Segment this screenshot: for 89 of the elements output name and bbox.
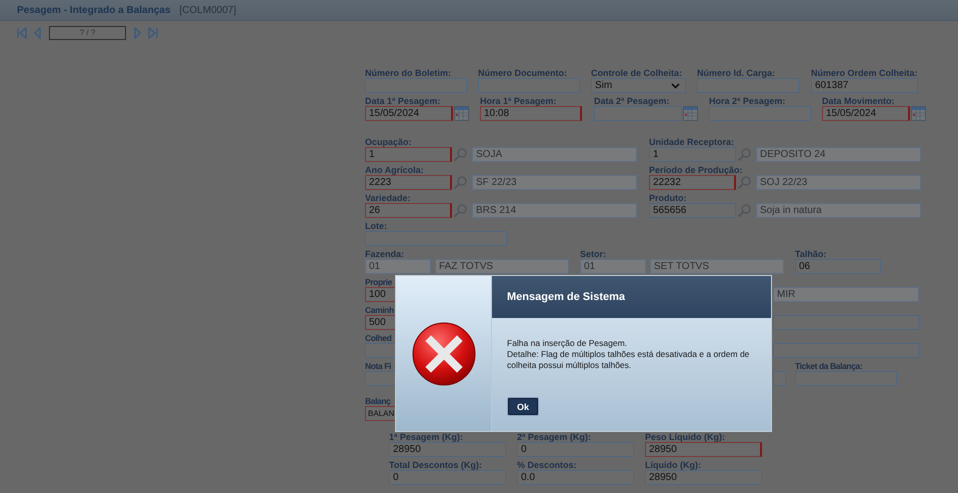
input-field[interactable]: 601387 xyxy=(811,78,918,93)
code-field[interactable]: 26 xyxy=(365,203,452,218)
description-field: SOJA xyxy=(472,147,637,162)
last-page-icon[interactable] xyxy=(147,26,159,38)
input-field[interactable] xyxy=(365,231,507,246)
search-icon[interactable] xyxy=(453,147,468,162)
field-label: Caminh xyxy=(365,305,394,315)
field-label: 2ª Pesagem (Kg): xyxy=(517,432,591,442)
input-field[interactable] xyxy=(478,78,580,93)
caret-icon xyxy=(671,82,680,88)
search-icon[interactable] xyxy=(737,147,752,162)
date-field[interactable]: 15/05/2024 xyxy=(822,106,910,121)
code-field[interactable]: 1 xyxy=(649,147,736,162)
next-icon[interactable] xyxy=(133,26,142,38)
description-field: BRS 214 xyxy=(472,203,637,218)
previous-icon[interactable] xyxy=(33,26,42,38)
search-icon[interactable] xyxy=(453,203,468,218)
field-label: Ocupação: xyxy=(365,137,412,147)
input-field[interactable]: 28950 xyxy=(645,470,762,485)
calendar-icon[interactable] xyxy=(911,106,926,121)
description-field: DEPOSITO 24 xyxy=(756,147,921,162)
field-label: Número Id. Carga: xyxy=(697,68,776,78)
date-field[interactable]: 15/05/2024 xyxy=(365,106,453,121)
description-field: SF 22/23 xyxy=(472,175,637,190)
input-field[interactable] xyxy=(773,315,919,330)
field-label: Ticket da Balança: xyxy=(795,361,862,371)
input-field[interactable]: 28950 xyxy=(389,442,506,457)
input-field[interactable] xyxy=(709,106,811,121)
description-field: SOJ 22/23 xyxy=(756,175,921,190)
dialog-title: Mensagem de Sistema xyxy=(507,291,625,303)
field-label: Nota Fi xyxy=(365,361,392,371)
page-counter: ? / ? xyxy=(49,26,126,40)
input-field[interactable] xyxy=(773,343,919,358)
input-field[interactable]: 06 xyxy=(795,259,881,274)
code-field[interactable]: 565656 xyxy=(649,203,736,218)
description-field: SET TOTVS xyxy=(650,259,784,274)
field-label: Fazenda: xyxy=(365,249,404,259)
error-icon xyxy=(410,320,476,386)
search-icon[interactable] xyxy=(737,203,752,218)
input-field[interactable]: 0 xyxy=(517,442,634,457)
description-field: FAZ TOTVS xyxy=(435,259,569,274)
field-label: Controle de Colheita: xyxy=(591,68,682,78)
input-field[interactable]: 0.0 xyxy=(517,470,634,485)
field-label: Produto: xyxy=(649,193,686,203)
field-label: Unidade Receptora: xyxy=(649,137,734,147)
field-label: Balanç xyxy=(365,396,390,406)
input-field[interactable]: 0 xyxy=(389,470,506,485)
field-label: Data 1ª Pesagem: xyxy=(365,96,440,106)
search-icon[interactable] xyxy=(737,175,752,190)
code-field[interactable]: 2223 xyxy=(365,175,452,190)
error-message: Falha na inserção de Pesagem. xyxy=(507,338,628,349)
field-label: Lote: xyxy=(365,221,387,231)
field-label: 1ª Pesagem (Kg): xyxy=(389,432,463,442)
field-label: Total Descontos (Kg): xyxy=(389,460,482,470)
field-label: Proprie xyxy=(365,277,392,287)
date-field[interactable] xyxy=(594,106,682,121)
code-field[interactable]: 22232 xyxy=(649,175,736,190)
input-field[interactable]: 28950 xyxy=(645,442,762,457)
field-label: Número Ordem Colheita: xyxy=(811,68,918,78)
field-label: Número do Boletim: xyxy=(365,68,452,78)
select-field[interactable]: Sim xyxy=(591,78,686,93)
code-field[interactable]: 1 xyxy=(365,147,452,162)
input-field[interactable] xyxy=(365,78,467,93)
field-label: Hora 2ª Pesagem: xyxy=(709,96,786,106)
field-label: Data Movimento: xyxy=(822,96,895,106)
calendar-icon[interactable] xyxy=(454,106,469,121)
ok-button[interactable]: Ok xyxy=(507,397,539,416)
first-page-icon[interactable] xyxy=(16,26,28,38)
field-label: Número Documento: xyxy=(478,68,568,78)
input-field[interactable] xyxy=(795,371,897,386)
calendar-icon[interactable] xyxy=(683,106,698,121)
search-icon[interactable] xyxy=(453,175,468,190)
input-field[interactable] xyxy=(697,78,799,93)
field-label: Colhed xyxy=(365,333,392,343)
field-label: Período de Produção: xyxy=(649,165,743,175)
field-label: % Descontos: xyxy=(517,460,577,470)
page-title: Pesagem - Integrado a Balanças xyxy=(17,4,170,16)
error-detail: Detalhe: Flag de múltiplos talhões está desativada e a ordem de colheita possui múltiplos talhões. xyxy=(507,349,750,371)
field-label: Líquido (Kg): xyxy=(645,460,701,470)
field-label: Ano Agrícola: xyxy=(365,165,424,175)
description-field: Soja in natura xyxy=(756,203,921,218)
input-field[interactable] xyxy=(773,371,786,386)
field-label: Data 2ª Pesagem: xyxy=(594,96,670,106)
field-label: Setor: xyxy=(580,249,606,259)
input-field[interactable]: 10:08 xyxy=(480,106,582,121)
field-label: Talhão: xyxy=(795,249,826,259)
field-label: Variedade: xyxy=(365,193,411,203)
field-label: Peso Líquido (Kg): xyxy=(645,432,725,442)
field-label: Hora 1ª Pesagem: xyxy=(480,96,556,106)
